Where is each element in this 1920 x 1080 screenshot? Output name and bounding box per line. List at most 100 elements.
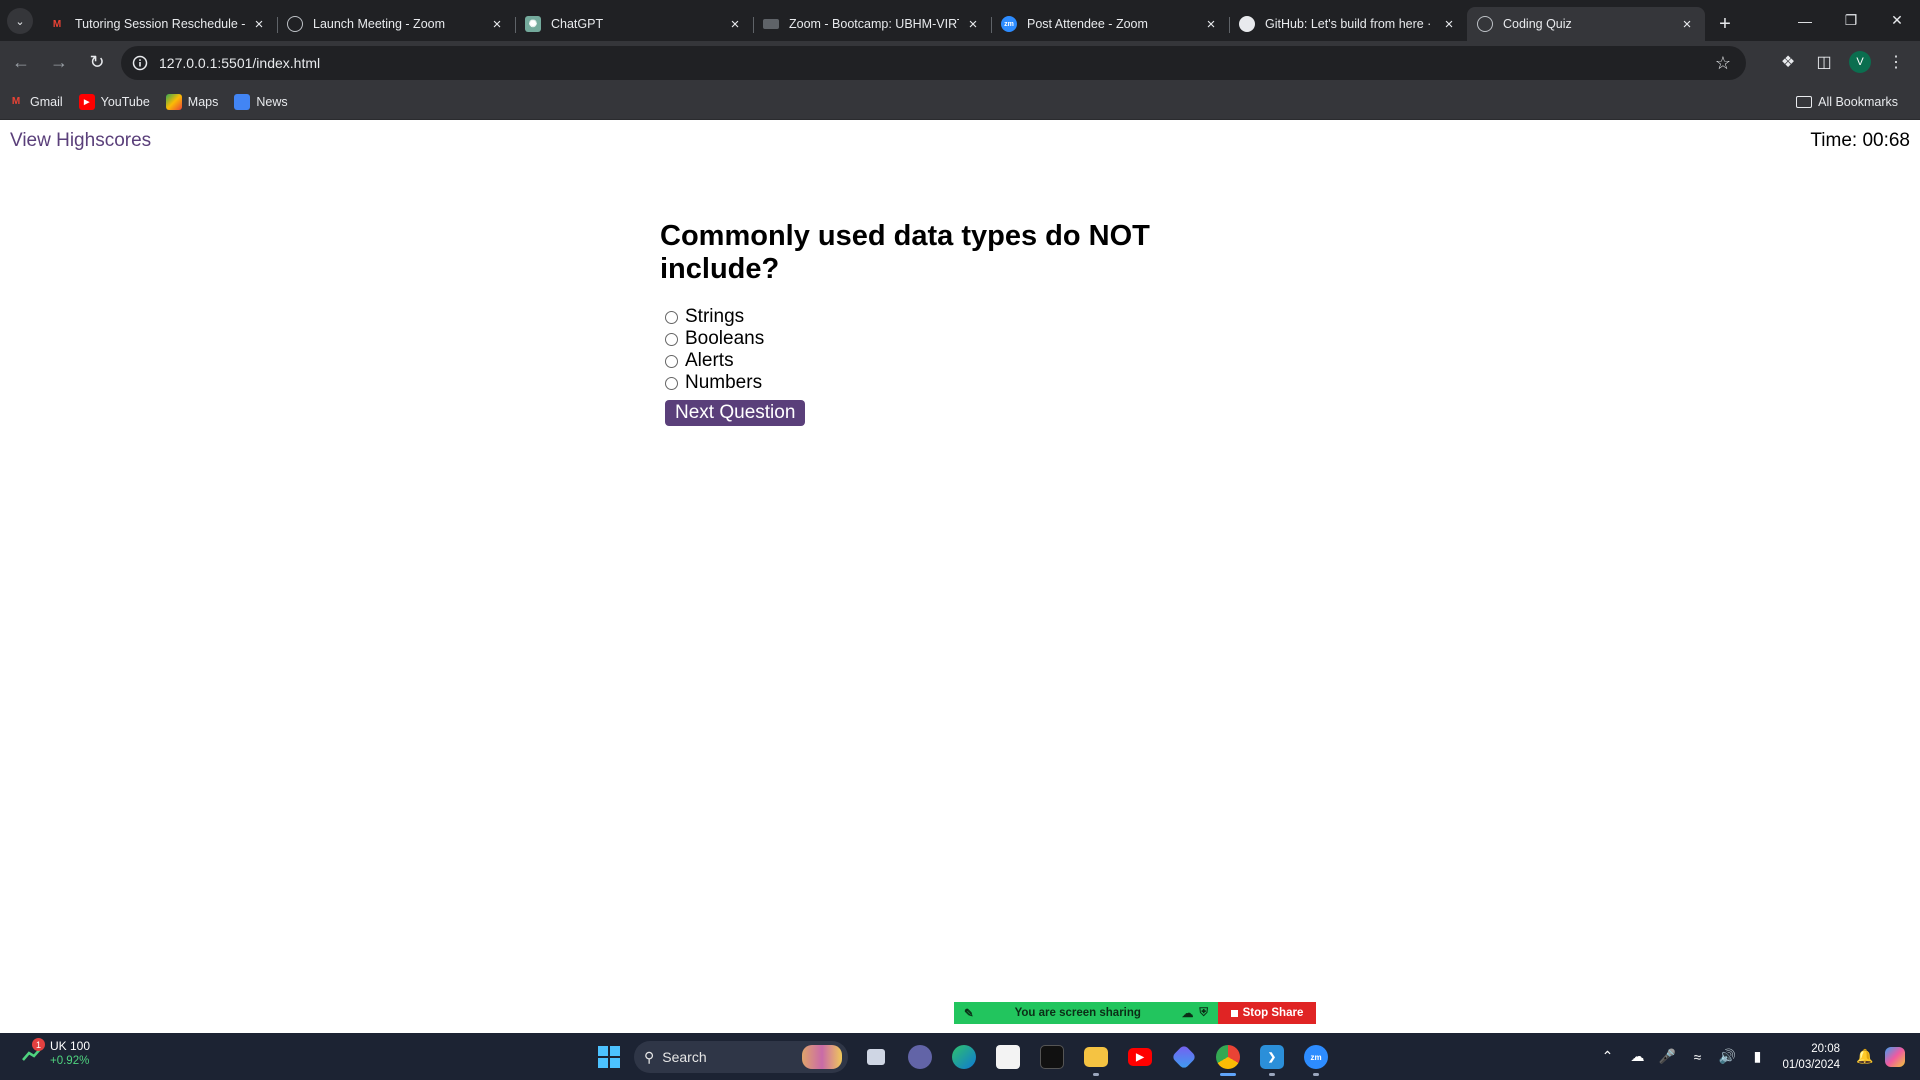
copilot-tray-icon[interactable] (1880, 1046, 1910, 1067)
window-controls: — ❐ ✕ (1782, 0, 1920, 41)
bookmark-maps[interactable]: Maps (158, 88, 227, 116)
close-icon[interactable]: × (1203, 16, 1219, 33)
bookmark-news[interactable]: News (226, 88, 295, 116)
share-status[interactable]: ✎ You are screen sharing ☁ ⛨ (954, 1002, 1218, 1024)
url-text: 127.0.0.1:5501/index.html (159, 55, 321, 71)
news-app-icon[interactable] (1030, 1038, 1074, 1076)
stop-share-label: Stop Share (1242, 1007, 1304, 1019)
close-icon[interactable]: × (251, 16, 267, 33)
pin-icon[interactable]: ✎ (964, 1006, 974, 1020)
site-info-icon[interactable] (123, 46, 157, 80)
bookmark-youtube[interactable]: ▶ YouTube (71, 88, 158, 116)
bookmark-label: Gmail (30, 94, 63, 109)
choice-list: Strings Booleans Alerts Numbers (660, 306, 1180, 394)
vscode-icon[interactable]: ❯ (1250, 1038, 1294, 1076)
task-view-icon[interactable] (854, 1038, 898, 1076)
chrome-icon[interactable] (1206, 1038, 1250, 1076)
next-question-button[interactable]: Next Question (665, 400, 806, 426)
tab-search-chevron-icon[interactable]: ⌄ (7, 8, 33, 34)
onedrive-cloud-icon[interactable]: ☁ (1622, 1048, 1652, 1065)
bookmark-gmail[interactable]: M Gmail (0, 88, 71, 116)
extensions-icon[interactable]: ❖ (1770, 45, 1806, 79)
radio-button[interactable] (665, 376, 678, 390)
globe-icon (287, 16, 303, 32)
system-tray: ⌃ ☁ 🎤 ≈ 🔊 ▮ 20:08 01/03/2024 🔔 (1592, 1033, 1920, 1080)
minimize-icon[interactable]: — (1782, 0, 1828, 41)
choice-item[interactable]: Numbers (660, 372, 1180, 394)
screen-share-bar: ✎ You are screen sharing ☁ ⛨ Stop Share (954, 1002, 1316, 1024)
choice-item[interactable]: Strings (660, 306, 1180, 328)
close-icon[interactable]: × (489, 16, 505, 33)
taskbar-search[interactable]: ⚲ Search (634, 1041, 848, 1073)
tab-title: Coding Quiz (1503, 17, 1572, 31)
stock-widget[interactable]: 1 UK 100 +0.92% (22, 1038, 90, 1067)
tab-list: M Tutoring Session Reschedule - × Launch… (39, 7, 1705, 41)
address-bar[interactable]: 127.0.0.1:5501/index.html ☆ (121, 46, 1746, 80)
edge-icon[interactable] (942, 1038, 986, 1076)
maps-icon (165, 93, 182, 110)
radio-button[interactable] (665, 354, 678, 368)
cloud-icon: ☁ (1181, 1008, 1194, 1020)
side-panel-icon[interactable]: ◫ (1806, 45, 1842, 79)
question-text: Commonly used data types do NOT include? (660, 220, 1150, 285)
view-highscores-link[interactable]: View Highscores (10, 130, 151, 152)
clock-date: 01/03/2024 (1782, 1058, 1840, 1071)
bookmark-star-icon[interactable]: ☆ (1706, 53, 1740, 74)
page-viewport: View Highscores Time: 00:68 Commonly use… (0, 120, 1920, 1033)
toolbar-actions: ❖ ◫ V ⋮ (1770, 45, 1914, 79)
all-bookmarks[interactable]: All Bookmarks (1788, 88, 1906, 116)
volume-icon[interactable]: 🔊 (1712, 1048, 1742, 1065)
notification-bell-icon[interactable]: 🔔 (1850, 1048, 1880, 1065)
stop-share-button[interactable]: Stop Share (1218, 1002, 1316, 1024)
file-explorer-icon[interactable] (1074, 1038, 1118, 1076)
restore-icon[interactable]: ❐ (1828, 0, 1874, 41)
radio-button[interactable] (665, 332, 678, 346)
tab-launch-meeting[interactable]: Launch Meeting - Zoom × (277, 7, 515, 41)
stock-chart-icon: 1 (22, 1038, 45, 1064)
chevron-up-icon[interactable]: ⌃ (1592, 1048, 1622, 1065)
close-window-icon[interactable]: ✕ (1874, 0, 1920, 41)
clock[interactable]: 20:08 01/03/2024 (1782, 1041, 1840, 1073)
new-tab-button[interactable]: + (1711, 10, 1739, 38)
microphone-icon[interactable]: 🎤 (1652, 1048, 1682, 1065)
radio-button[interactable] (665, 310, 678, 324)
close-icon[interactable]: × (727, 16, 743, 33)
stock-change: +0.92% (50, 1055, 90, 1067)
youtube-app-icon[interactable]: ▶ (1118, 1038, 1162, 1076)
tab-coding-quiz[interactable]: Coding Quiz × (1467, 7, 1705, 41)
zoom-app-icon[interactable]: zm (1294, 1038, 1338, 1076)
windows-start-icon[interactable] (590, 1038, 628, 1076)
github-icon (1239, 16, 1255, 32)
copilot-icon[interactable] (1162, 1038, 1206, 1076)
menu-kebab-icon[interactable]: ⋮ (1878, 45, 1914, 79)
choice-item[interactable]: Booleans (660, 328, 1180, 350)
tab-tutoring-session[interactable]: M Tutoring Session Reschedule - × (39, 7, 277, 41)
close-icon[interactable]: × (1679, 16, 1695, 33)
taskbar-apps: ⚲ Search ▶ ❯ zm (590, 1038, 1338, 1076)
choice-label: Alerts (685, 350, 734, 371)
bookmark-label: Maps (187, 94, 219, 109)
forward-arrow-icon[interactable]: → (42, 46, 76, 80)
choice-item[interactable]: Alerts (660, 350, 1180, 372)
store-icon[interactable] (986, 1038, 1030, 1076)
reload-icon[interactable]: ↻ (80, 46, 114, 80)
back-arrow-icon[interactable]: ← (4, 46, 38, 80)
teams-icon[interactable] (898, 1038, 942, 1076)
clock-time: 20:08 (1811, 1042, 1840, 1055)
tab-title: GitHub: Let's build from here · (1265, 17, 1432, 31)
tab-post-attendee[interactable]: zm Post Attendee - Zoom × (991, 7, 1229, 41)
gmail-icon: M (11, 96, 21, 107)
wifi-icon[interactable]: ≈ (1682, 1049, 1712, 1065)
close-icon[interactable]: × (965, 16, 981, 33)
bookmarks-bar: M Gmail ▶ YouTube Maps News All Bookmark… (0, 84, 1920, 120)
youtube-icon: ▶ (78, 93, 95, 110)
tab-chatgpt[interactable]: ✺ ChatGPT × (515, 7, 753, 41)
close-icon[interactable]: × (1441, 16, 1457, 33)
bookmark-label: YouTube (100, 94, 150, 109)
tab-zoom-bootcamp[interactable]: Zoom - Bootcamp: UBHM-VIRT × (753, 7, 991, 41)
battery-icon[interactable]: ▮ (1742, 1048, 1772, 1065)
profile-button[interactable]: V (1842, 45, 1878, 79)
search-label: Search (662, 1049, 707, 1065)
tab-github[interactable]: GitHub: Let's build from here · × (1229, 7, 1467, 41)
quiz-timer: Time: 00:68 (1810, 130, 1910, 151)
